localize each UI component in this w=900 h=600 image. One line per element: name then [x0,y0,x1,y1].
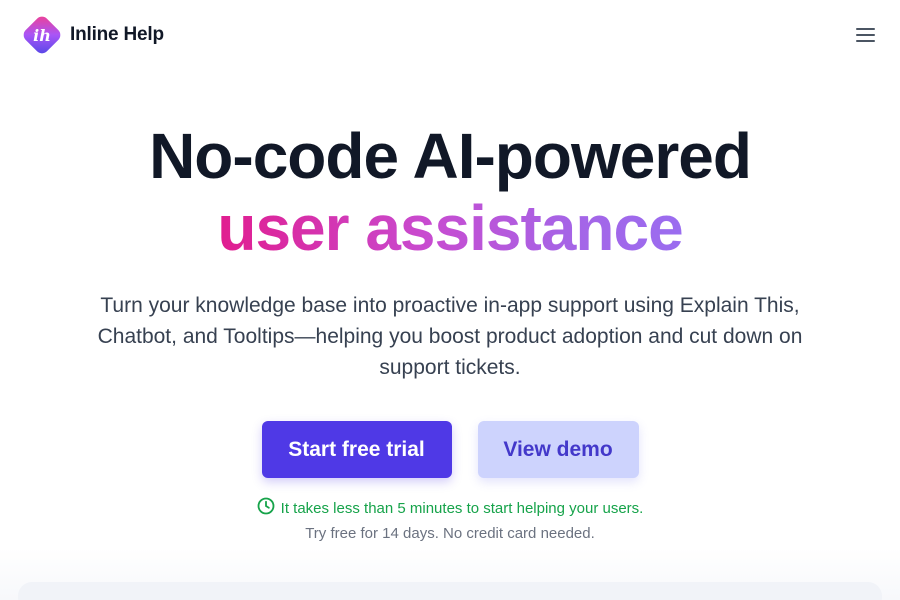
view-demo-button[interactable]: View demo [477,421,639,478]
start-free-trial-button[interactable]: Start free trial [261,421,452,478]
brand-logo-link[interactable]: ih Inline Help [20,13,164,57]
trial-terms-text: Try free for 14 days. No credit card nee… [305,525,595,542]
hero-subtitle: Turn your knowledge base into proactive … [97,294,803,379]
hero-headline-highlight: user assistance [217,192,683,264]
hero-section: No-code AI-powered user assistance Turn … [0,120,900,383]
site-header: ih Inline Help [0,0,900,72]
product-preview-panel [18,582,882,600]
landing-page: ih Inline Help No-code AI-powered user a… [0,0,900,600]
cta-buttons: Start free trial View demo [0,421,900,478]
clock-icon [257,497,275,519]
setup-time-text: It takes less than 5 minutes to start he… [280,499,644,517]
hamburger-menu-icon[interactable] [856,25,876,45]
brand-logo-letters: ih [33,26,51,45]
brand-logo-icon: ih [20,13,64,57]
hero-headline: No-code AI-powered [149,120,752,192]
trial-note: It takes less than 5 minutes to start he… [0,497,900,542]
setup-time-note: It takes less than 5 minutes to start he… [257,497,644,519]
brand-name: Inline Help [70,24,164,45]
